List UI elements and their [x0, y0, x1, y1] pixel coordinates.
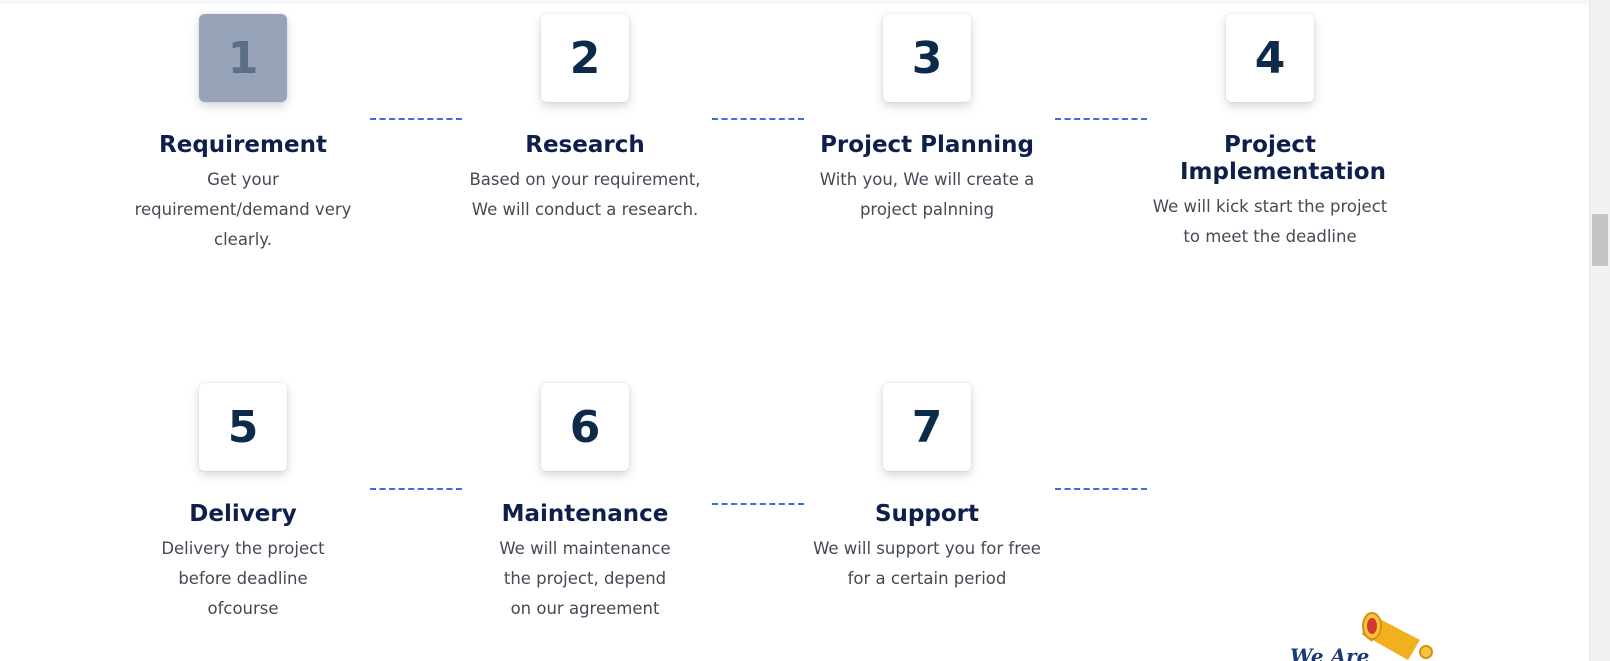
step-description: Get your requirement/demand very clearly… [134, 170, 352, 249]
step-description: Based on your requirement, We will condu… [469, 170, 701, 219]
step-5[interactable]: 5 Delivery Delivery the project before d… [113, 383, 373, 624]
process-steps-page: 1 Requirement Get your requirement/deman… [0, 0, 1610, 661]
vertical-scrollbar[interactable] [1589, 0, 1610, 661]
step-connector [1055, 118, 1147, 120]
step-number-box[interactable]: 1 [199, 14, 287, 102]
step-description: With you, We will create a project palnn… [819, 170, 1035, 219]
step-connector [370, 488, 462, 490]
step-title: Maintenance [501, 501, 669, 527]
promo-text: We Are [1290, 644, 1370, 661]
step-4[interactable]: 4 Project Implementation We will kick st… [1140, 14, 1400, 252]
step-connector [370, 118, 462, 120]
header-shadow-strip [0, 0, 1590, 4]
step-title: Project Planning [820, 132, 1034, 158]
promo-badge[interactable]: We Are [1290, 600, 1440, 661]
step-6[interactable]: 6 Maintenance We will maintenance the pr… [455, 383, 715, 624]
step-3[interactable]: 3 Project Planning With you, We will cre… [797, 14, 1057, 225]
step-number-box[interactable]: 3 [883, 14, 971, 102]
step-title: Requirement [159, 132, 327, 158]
step-title: Project Implementation [1180, 132, 1386, 185]
step-description: Delivery the project before deadline ofc… [161, 539, 325, 618]
step-title: Support [874, 501, 979, 527]
step-2[interactable]: 2 Research Based on your requirement, We… [455, 14, 715, 225]
step-7[interactable]: 7 Support We will support you for free f… [797, 383, 1057, 594]
step-number-box[interactable]: 2 [541, 14, 629, 102]
step-description: We will kick start the project to meet t… [1152, 197, 1388, 246]
step-number-box[interactable]: 4 [1226, 14, 1314, 102]
step-description: We will maintenance the project, depend … [499, 539, 671, 618]
step-connector [1055, 488, 1147, 490]
step-connector [712, 503, 804, 505]
step-number-box[interactable]: 6 [541, 383, 629, 471]
step-title: Research [525, 132, 645, 158]
step-number-box[interactable]: 7 [883, 383, 971, 471]
step-connector [712, 118, 804, 120]
step-1[interactable]: 1 Requirement Get your requirement/deman… [113, 14, 373, 255]
step-number-box[interactable]: 5 [199, 383, 287, 471]
step-description: We will support you for free for a certa… [813, 539, 1041, 588]
step-title: Delivery [189, 501, 297, 527]
scrollbar-thumb[interactable] [1592, 214, 1608, 266]
